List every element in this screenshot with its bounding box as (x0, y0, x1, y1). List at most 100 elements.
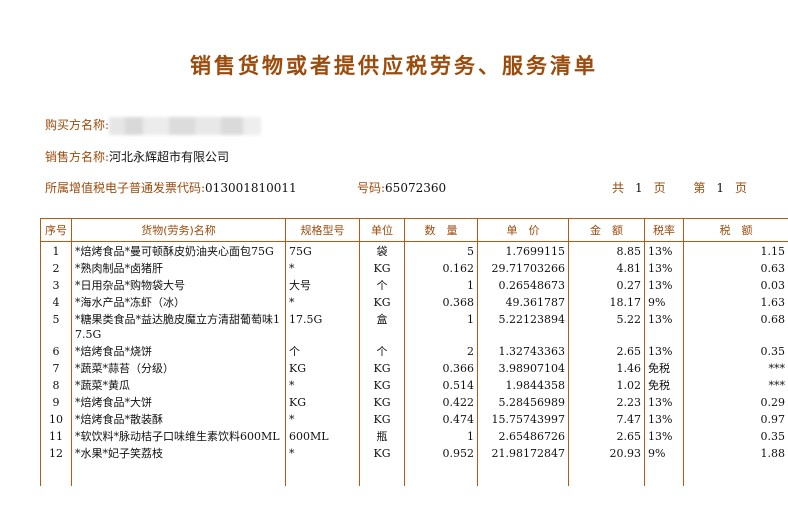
row-name: *海水产品*冻虾（冰） (71, 293, 286, 310)
row-amount: 1.02 (568, 376, 645, 393)
row-rate: 免税 (644, 359, 684, 376)
header-spec: 规格型号 (285, 218, 360, 242)
row-qty: 0.422 (404, 393, 478, 410)
row-no: 8 (40, 376, 72, 393)
table-row: 6 *焙烤食品*烧饼个个 2 1.32743363 2.65 13% 0.35 (40, 342, 788, 359)
row-qty: 1 (404, 276, 478, 293)
row-no: 6 (40, 342, 72, 359)
row-amount: 5.22 (568, 310, 645, 342)
table-row: 3 *日用杂品*购物袋大号 大号个 1 0.26548673 0.27 13% 0.03 (40, 276, 788, 293)
row-price: 5.22123894 (477, 310, 569, 342)
table-row: 12 *水果*妃子笑荔枝 * KG 0.952 21.98172847 20.93 9% 1.8… (40, 444, 788, 486)
row-rate: 13% (644, 342, 684, 359)
row-price: 29.71703266 (477, 259, 569, 276)
row-unit: 袋 (359, 241, 405, 259)
row-rate: 9% (644, 293, 684, 310)
row-price: 1.9844358 (477, 376, 569, 393)
invoice-code-label: 所属增值税电子普通发票代码: (45, 181, 206, 195)
row-spec: 个 (285, 342, 360, 359)
row-price: 49.361787 (477, 293, 569, 310)
buyer-label: 购买方名称: (45, 118, 110, 132)
row-amount: 2.23 (568, 393, 645, 410)
row-spec: 17.5G (285, 310, 360, 342)
row-no: 7 (40, 359, 72, 376)
row-amount: 18.17 (568, 293, 645, 310)
row-rate: 免税 (644, 376, 684, 393)
row-no: 10 (40, 410, 72, 427)
row-price: 1.32743363 (477, 342, 569, 359)
row-no: 3 (40, 276, 72, 293)
header-amount: 金 额 (568, 218, 645, 242)
invoice-code-line: 所属增值税电子普通发票代码:013001810011 (45, 179, 297, 196)
table-row: 10 *焙烤食品*散装酥 * KG 0.474 15.75743997 7.47 13% 0.9… (40, 410, 788, 427)
row-tax: 0.35 (683, 427, 788, 444)
row-amount: 20.93 (568, 444, 645, 486)
row-tax: 0.03 (683, 276, 788, 293)
row-qty: 0.366 (404, 359, 478, 376)
row-unit: 个 (359, 276, 405, 293)
row-price: 2.65486726 (477, 427, 569, 444)
row-name: *水果*妃子笑荔枝 (71, 444, 286, 486)
row-unit: KG (359, 410, 405, 427)
row-amount: 0.27 (568, 276, 645, 293)
row-unit: KG (359, 293, 405, 310)
row-qty: 0.162 (404, 259, 478, 276)
row-rate: 13% (644, 259, 684, 276)
row-tax: 1.63 (683, 293, 788, 310)
row-amount: 2.65 (568, 427, 645, 444)
table-row: 4 *海水产品*冻虾（冰） * KG 0.368 49.361787 18.17 9% 1.63 (40, 293, 788, 310)
header-no: 序号 (40, 218, 72, 242)
row-tax: *** (683, 376, 788, 393)
row-spec: 大号 (285, 276, 360, 293)
row-spec: KG (285, 393, 360, 410)
table-row: 11 *软饮料*脉动桔子口味维生素饮料600ML 600ML 瓶 1 2.65486726… (40, 427, 788, 444)
row-unit: 盒 (359, 310, 405, 342)
header-rate: 税率 (644, 218, 684, 242)
items-table: 序号 货物(劳务)名称 规格型号 单位 数 量 单 价 金 额 税率 税 额 1… (40, 218, 788, 486)
current-page-unit: 页 (735, 181, 748, 195)
document-title: 销售货物或者提供应税劳务、服务清单 (190, 54, 598, 78)
row-rate: 9% (644, 444, 684, 486)
row-no: 12 (40, 444, 72, 486)
row-qty: 0.368 (404, 293, 478, 310)
row-price: 3.98907104 (477, 359, 569, 376)
row-name: *蔬菜*蒜苔（分级） (71, 359, 286, 376)
row-name: *焙烤食品*散装酥 (71, 410, 286, 427)
row-rate: 13% (644, 310, 684, 342)
row-unit: 个 (359, 342, 405, 359)
row-rate: 13% (644, 427, 684, 444)
row-rate: 13% (644, 410, 684, 427)
header-price: 单 价 (477, 218, 569, 242)
seller-label: 销售方名称: (45, 150, 110, 164)
row-name: *焙烤食品*烧饼 (71, 342, 286, 359)
row-unit: KG (359, 393, 405, 410)
row-no: 11 (40, 427, 72, 444)
row-price: 0.26548673 (477, 276, 569, 293)
table-row: 1 *焙烤食品*曼可顿酥皮奶油夹心面包75G 75G 袋 5 1.7699115 8.85 1… (40, 241, 788, 259)
row-name: *蔬菜*黄瓜 (71, 376, 286, 393)
buyer-line: 购买方名称: (45, 116, 262, 135)
total-pages: 1 (635, 181, 643, 195)
row-name: *糖果类食品*益达脆皮魔立方清甜葡萄味17.5G (71, 310, 286, 342)
row-qty: 0.514 (404, 376, 478, 393)
row-unit: KG (359, 359, 405, 376)
current-page-label: 第 (693, 181, 706, 195)
table-row: 7 *蔬菜*蒜苔（分级） KG KG 0.366 3.98907104 1.46 免税 *** (40, 359, 788, 376)
row-no: 1 (40, 241, 72, 259)
row-name: *软饮料*脉动桔子口味维生素饮料600ML (71, 427, 286, 444)
row-unit: KG (359, 259, 405, 276)
row-unit: KG (359, 376, 405, 393)
header-unit: 单位 (359, 218, 405, 242)
table-body: 1 *焙烤食品*曼可顿酥皮奶油夹心面包75G 75G 袋 5 1.7699115 8.85 1… (40, 241, 788, 486)
row-tax: 0.35 (683, 342, 788, 359)
row-tax: 0.63 (683, 259, 788, 276)
table-row: 9 *焙烤食品*大饼 KG KG 0.422 5.28456989 2.23 13% 0.29 (40, 393, 788, 410)
row-unit: KG (359, 444, 405, 486)
row-tax: 0.97 (683, 410, 788, 427)
table-row: 5 *糖果类食品*益达脆皮魔立方清甜葡萄味17.5G 17.5G 盒 1 5.221238… (40, 310, 788, 342)
row-no: 2 (40, 259, 72, 276)
row-tax: 1.15 (683, 241, 788, 259)
row-qty: 1 (404, 310, 478, 342)
row-qty: 5 (404, 241, 478, 259)
row-amount: 8.85 (568, 241, 645, 259)
